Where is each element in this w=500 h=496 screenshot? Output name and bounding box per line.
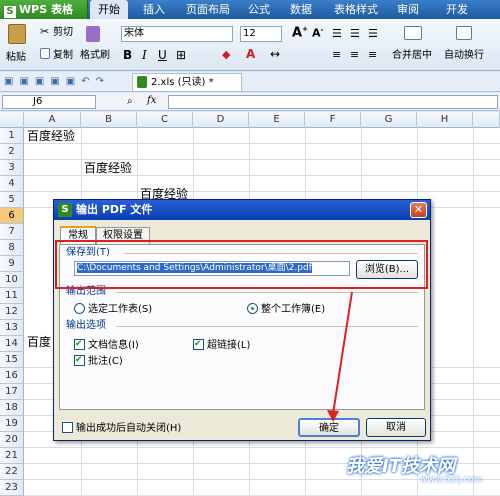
annotation-arrow-icon [327, 291, 353, 422]
watermark-url: www.52ij.com [420, 475, 483, 485]
